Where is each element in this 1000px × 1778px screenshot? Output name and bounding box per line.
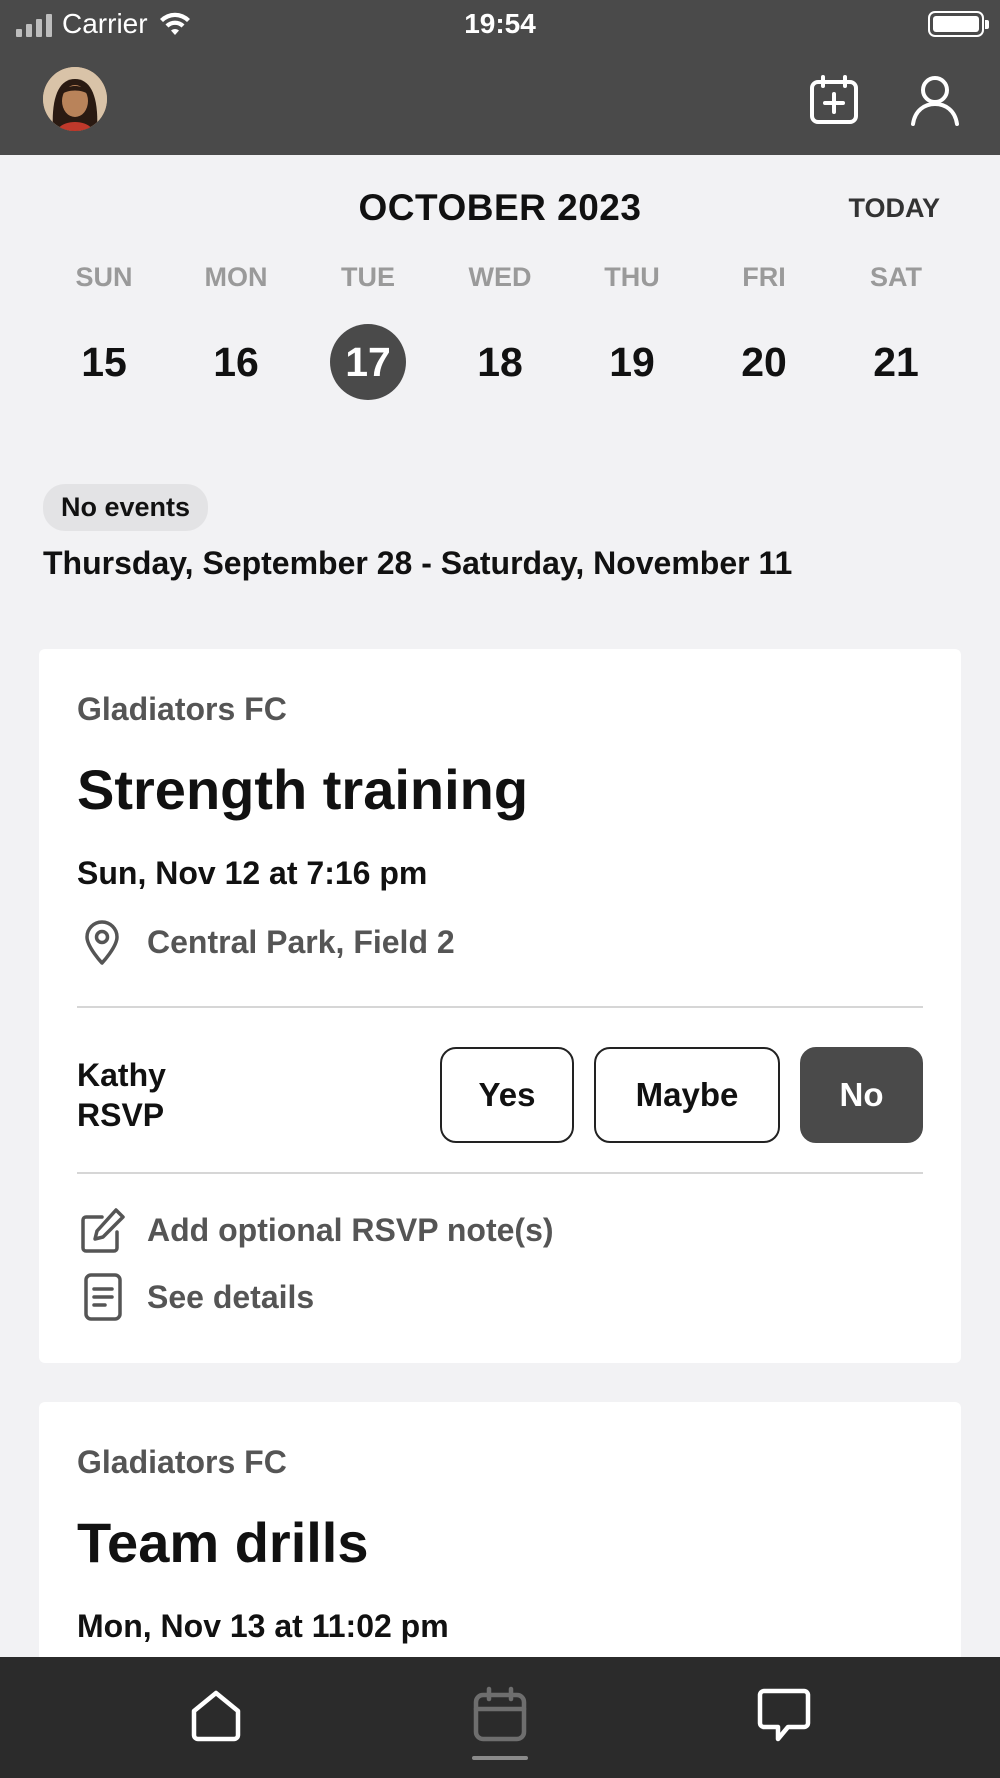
event-datetime: Sun, Nov 12 at 7:16 pm: [77, 855, 428, 891]
calendar-add-icon[interactable]: [806, 72, 862, 128]
day-sat[interactable]: SAT 21: [830, 262, 962, 400]
rsvp-yes-button[interactable]: Yes: [440, 1047, 574, 1143]
day-tue[interactable]: TUE 17: [302, 262, 434, 400]
day-thu[interactable]: THU 19: [566, 262, 698, 400]
rsvp-person: Kathy RSVP: [77, 1055, 166, 1135]
document-icon: [84, 1273, 122, 1321]
event-team: Gladiators FC: [77, 1444, 287, 1480]
see-details-label: See details: [147, 1278, 315, 1315]
chat-icon[interactable]: [754, 1685, 814, 1745]
divider: [77, 1006, 923, 1008]
divider: [77, 1172, 923, 1174]
rsvp-label: RSVP: [77, 1097, 165, 1133]
day-of-week-label: WED: [468, 262, 532, 292]
day-of-week-label: FRI: [742, 262, 786, 292]
event-card[interactable]: Gladiators FC Strength training Sun, Nov…: [39, 649, 961, 1363]
home-icon[interactable]: [186, 1685, 246, 1745]
see-details[interactable]: See details: [77, 1271, 314, 1323]
no-events-range: Thursday, September 28 - Saturday, Novem…: [43, 545, 793, 581]
event-location[interactable]: Central Park, Field 2: [77, 917, 455, 967]
rsvp-maybe-button[interactable]: Maybe: [594, 1047, 780, 1143]
day-of-week-label: SUN: [75, 262, 133, 292]
day-number: 21: [873, 339, 919, 385]
day-number: 15: [81, 339, 127, 385]
event-title: Strength training: [77, 758, 529, 821]
day-wed[interactable]: WED 18: [434, 262, 566, 400]
day-fri[interactable]: FRI 20: [698, 262, 830, 400]
add-rsvp-note[interactable]: Add optional RSVP note(s): [77, 1204, 554, 1256]
event-team: Gladiators FC: [77, 691, 287, 727]
day-number: 16: [213, 339, 259, 385]
selected-day-number: 17: [330, 324, 406, 400]
edit-note-icon: [81, 1208, 125, 1253]
event-title: Team drills: [77, 1511, 369, 1574]
rsvp-person-name: Kathy: [77, 1057, 166, 1093]
no-events-badge: No events: [43, 484, 209, 531]
status-bar: Carrier 19:54: [0, 0, 1000, 52]
rsvp-no-button[interactable]: No: [800, 1047, 923, 1143]
location-label: Central Park, Field 2: [147, 923, 455, 960]
day-number: 18: [477, 339, 523, 385]
add-rsvp-note-label: Add optional RSVP note(s): [147, 1211, 554, 1248]
day-of-week-label: SAT: [870, 262, 922, 292]
day-number: 20: [741, 339, 787, 385]
top-bar: Carrier 19:54: [0, 0, 1000, 155]
avatar-image: [43, 67, 107, 131]
day-of-week-label: MON: [204, 262, 268, 292]
day-mon[interactable]: MON 16: [170, 262, 302, 400]
calendar-icon[interactable]: [470, 1685, 530, 1745]
active-tab-indicator: [472, 1756, 528, 1760]
day-number: 19: [609, 339, 655, 385]
battery-icon: [928, 11, 989, 37]
location-pin-icon: [85, 920, 119, 965]
day-sun[interactable]: SUN 15: [38, 262, 170, 400]
user-avatar[interactable]: [43, 67, 107, 131]
profile-icon[interactable]: [907, 72, 963, 128]
status-time: 19:54: [464, 8, 536, 39]
day-of-week-label: TUE: [341, 262, 395, 292]
event-datetime: Mon, Nov 13 at 11:02 pm: [77, 1608, 449, 1644]
week-strip: SUN 15 MON 16 TUE 17 WED 18 THU 19 FRI 2…: [38, 262, 962, 400]
today-button[interactable]: TODAY: [848, 193, 940, 224]
day-of-week-label: THU: [604, 262, 660, 292]
